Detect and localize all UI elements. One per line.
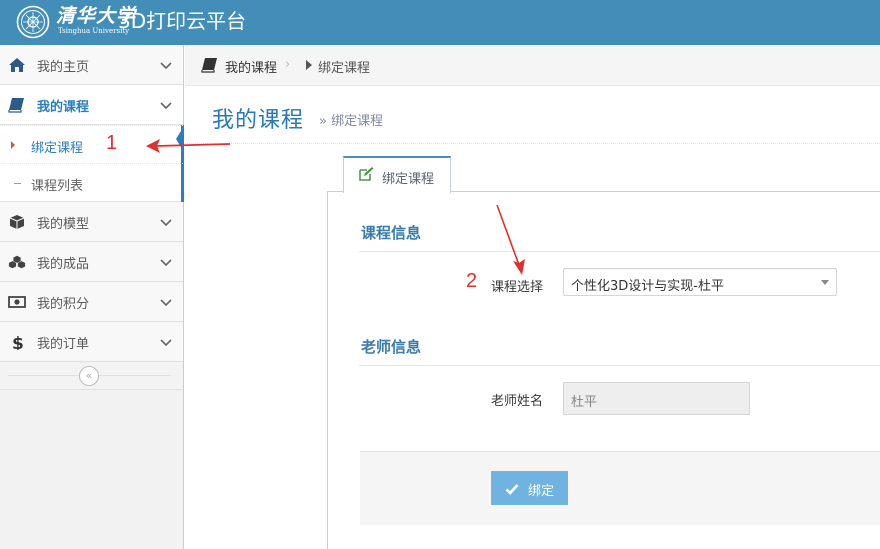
caret-down-icon	[821, 280, 829, 285]
check-icon	[505, 484, 519, 495]
sidebar-item-points[interactable]: 我的积分	[0, 282, 183, 322]
tab-bind-course[interactable]: 绑定课程	[343, 156, 451, 193]
top-navbar: 清华大学 Tsinghua University 3D打印云平台	[0, 0, 880, 45]
sidebar-item-home[interactable]: 我的主页	[0, 45, 183, 85]
sidebar-collapse-row: «	[0, 362, 183, 390]
edit-icon	[359, 167, 374, 181]
tree-dash	[14, 183, 21, 184]
course-info-heading: 课程信息	[361, 224, 422, 242]
teacher-name-value: 杜平	[571, 395, 598, 410]
sidebar: 我的主页 我的课程 绑定课程 课程列表 我的模型 我的成品 我的积分 $ 我的订…	[0, 45, 184, 549]
course-select-label: 课程选择	[491, 280, 544, 295]
teacher-name-label: 老师姓名	[491, 394, 544, 409]
cube-icon	[9, 215, 25, 229]
sidebar-item-label: 我的主页	[37, 60, 90, 75]
tab-label: 绑定课程	[382, 172, 435, 187]
money-icon	[8, 296, 26, 308]
chevron-down-icon	[160, 62, 172, 70]
breadcrumb-current: 绑定课程	[318, 61, 371, 76]
sidebar-item-label: 我的订单	[37, 337, 90, 352]
form-actions	[360, 451, 880, 525]
annotation-arrow-left-icon	[146, 139, 231, 153]
bind-button-label: 绑定	[528, 484, 555, 499]
chevron-down-icon	[160, 339, 172, 347]
breadcrumb-link-courses[interactable]: 我的课程	[225, 57, 277, 76]
bind-button[interactable]: 绑定	[491, 471, 568, 505]
university-seal-icon	[16, 5, 50, 39]
section-divider	[359, 365, 880, 366]
annotation-step-2: 2	[466, 270, 478, 292]
caret-right-icon	[11, 141, 15, 149]
sidebar-item-products[interactable]: 我的成品	[0, 242, 183, 282]
double-chevron-left-icon[interactable]: «	[79, 366, 99, 386]
breadcrumb-separator: ›	[285, 57, 291, 72]
breadcrumb: 我的课程 › 绑定课程	[185, 45, 880, 86]
sidebar-item-courses[interactable]: 我的课程	[0, 85, 183, 125]
app-title[interactable]: 3D打印云平台	[118, 8, 246, 34]
chevron-down-icon	[160, 299, 172, 307]
sidebar-item-label: 我的成品	[37, 257, 90, 272]
dollar-icon: $	[12, 334, 24, 350]
submenu-item-label: 课程列表	[31, 179, 84, 194]
sidebar-item-orders[interactable]: $ 我的订单	[0, 322, 183, 362]
chevron-down-icon	[160, 102, 172, 110]
page-header: 我的课程 » 绑定课程	[185, 86, 880, 144]
caret-right-icon	[306, 60, 312, 70]
home-icon	[9, 58, 25, 72]
book-icon	[201, 58, 217, 73]
sidebar-item-label: 我的积分	[37, 297, 90, 312]
page-subtitle: » 绑定课程	[319, 114, 384, 129]
submenu-item-label: 绑定课程	[31, 141, 84, 156]
chevron-down-icon	[160, 219, 172, 227]
teacher-name-field: 杜平	[563, 382, 750, 415]
page-title: 我的课程	[212, 108, 305, 133]
submenu-item-course-list[interactable]: 课程列表	[0, 163, 183, 201]
sidebar-item-label: 我的课程	[37, 100, 90, 115]
course-select-value: 个性化3D设计与实现-杜平	[571, 279, 724, 294]
cubes-icon	[8, 255, 26, 269]
svg-text:$: $	[12, 334, 24, 350]
annotation-arrow-down-icon	[496, 204, 525, 275]
section-divider	[359, 251, 880, 252]
annotation-step-1: 1	[106, 132, 118, 154]
sidebar-item-models[interactable]: 我的模型	[0, 202, 183, 242]
sidebar-item-label: 我的模型	[37, 217, 90, 232]
teacher-info-heading: 老师信息	[361, 338, 422, 356]
chevron-down-icon	[160, 259, 172, 267]
course-select[interactable]: 个性化3D设计与实现-杜平	[563, 268, 837, 296]
book-icon	[8, 98, 24, 113]
